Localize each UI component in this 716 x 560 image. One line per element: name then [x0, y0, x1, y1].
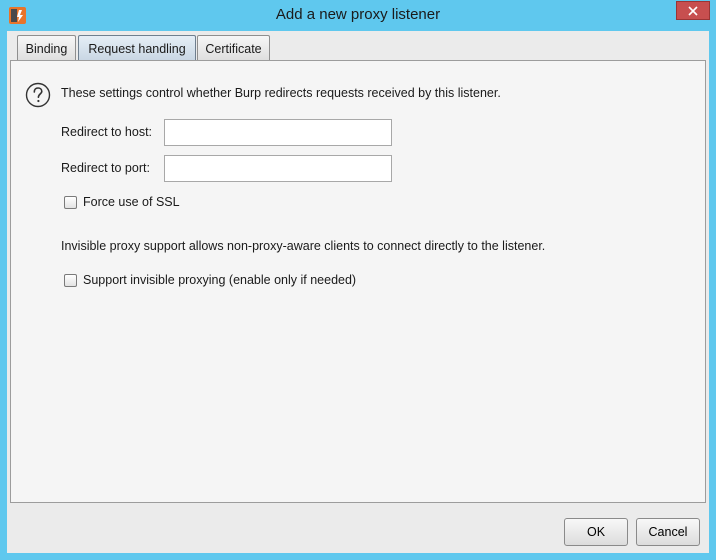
close-button[interactable]: [676, 1, 710, 20]
invisible-proxy-info: Invisible proxy support allows non-proxy…: [61, 239, 546, 253]
help-icon[interactable]: [25, 82, 51, 108]
redirect-host-input[interactable]: [164, 119, 392, 146]
force-ssl-checkbox[interactable]: [64, 196, 77, 209]
tab-binding[interactable]: Binding: [17, 35, 76, 61]
cancel-button[interactable]: Cancel: [636, 518, 700, 546]
ok-button[interactable]: OK: [564, 518, 628, 546]
force-ssl-label[interactable]: Force use of SSL: [83, 195, 180, 209]
tab-certificate[interactable]: Certificate: [197, 35, 270, 61]
tab-request-handling[interactable]: Request handling: [78, 35, 196, 61]
invisible-proxy-label[interactable]: Support invisible proxying (enable only …: [83, 273, 356, 287]
window-title: Add a new proxy listener: [275, 6, 441, 23]
redirect-port-label: Redirect to port:: [61, 161, 150, 175]
close-icon: [688, 5, 698, 16]
redirect-port-input[interactable]: [164, 155, 392, 182]
redirect-host-label: Redirect to host:: [61, 125, 153, 139]
dialog-window: Add a new proxy listener Binding Request…: [0, 0, 716, 560]
request-handling-panel: These settings control whether Burp redi…: [10, 60, 706, 503]
invisible-proxy-checkbox[interactable]: [64, 274, 77, 287]
title-bar[interactable]: Add a new proxy listener: [0, 0, 716, 30]
dialog-client-area: Binding Request handling Certificate The…: [7, 31, 709, 553]
panel-description: These settings control whether Burp redi…: [61, 86, 501, 100]
